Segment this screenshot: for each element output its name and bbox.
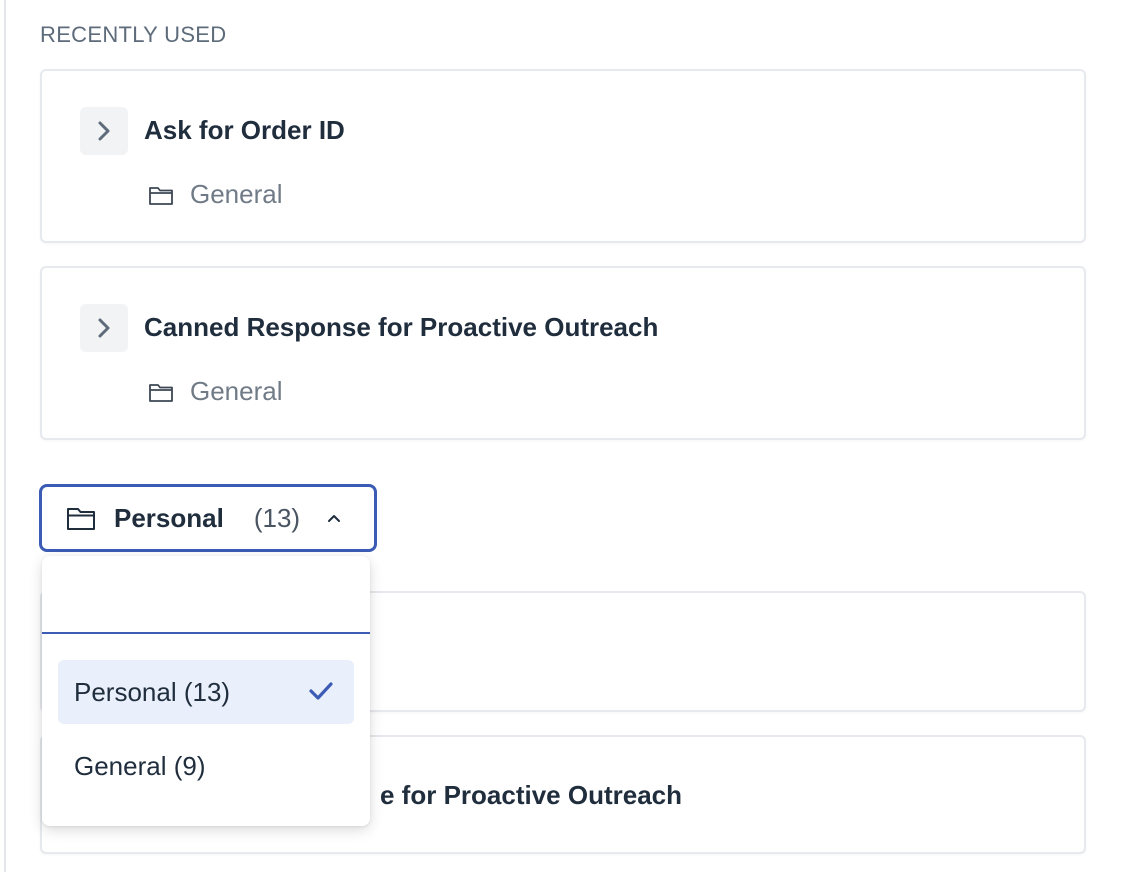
checkmark-icon <box>309 682 333 700</box>
chevron-right-icon <box>98 318 110 338</box>
response-folder: General <box>148 376 283 407</box>
folder-selector-count: (13) <box>253 502 301 533</box>
response-title-partial: e for Proactive Outreach <box>380 780 682 810</box>
section-title: RECENTLY USED <box>40 22 227 47</box>
response-title: Ask for Order ID <box>144 115 345 145</box>
panel-divider <box>4 0 6 872</box>
folder-option-personal[interactable]: Personal (13) <box>58 660 354 724</box>
responses-panel: RECENTLY USED Ask for Order ID General C… <box>0 0 1122 872</box>
chevron-right-icon <box>98 121 110 141</box>
folder-search-input[interactable] <box>42 556 370 634</box>
response-title: Canned Response for Proactive Outreach <box>144 312 659 342</box>
folder-label: General <box>190 376 283 406</box>
folder-label: General <box>190 179 283 209</box>
expand-button[interactable] <box>80 304 128 352</box>
recent-response-card[interactable]: Ask for Order ID General <box>40 69 1086 243</box>
folder-icon <box>149 383 173 402</box>
folder-icon <box>67 508 95 530</box>
option-label: Personal (13) <box>74 676 231 707</box>
option-label: General (9) <box>74 750 206 781</box>
folder-icon <box>149 186 173 205</box>
chevron-up-icon <box>326 512 342 524</box>
folder-dropdown-menu: Personal (13) General (9) <box>42 556 370 826</box>
response-folder: General <box>148 179 283 210</box>
folder-selector-name: Personal <box>114 502 224 533</box>
folder-option-general[interactable]: General (9) <box>58 734 354 798</box>
folder-selector-button[interactable]: Personal (13) <box>39 484 377 552</box>
recent-response-card[interactable]: Canned Response for Proactive Outreach G… <box>40 266 1086 440</box>
expand-button[interactable] <box>80 107 128 155</box>
